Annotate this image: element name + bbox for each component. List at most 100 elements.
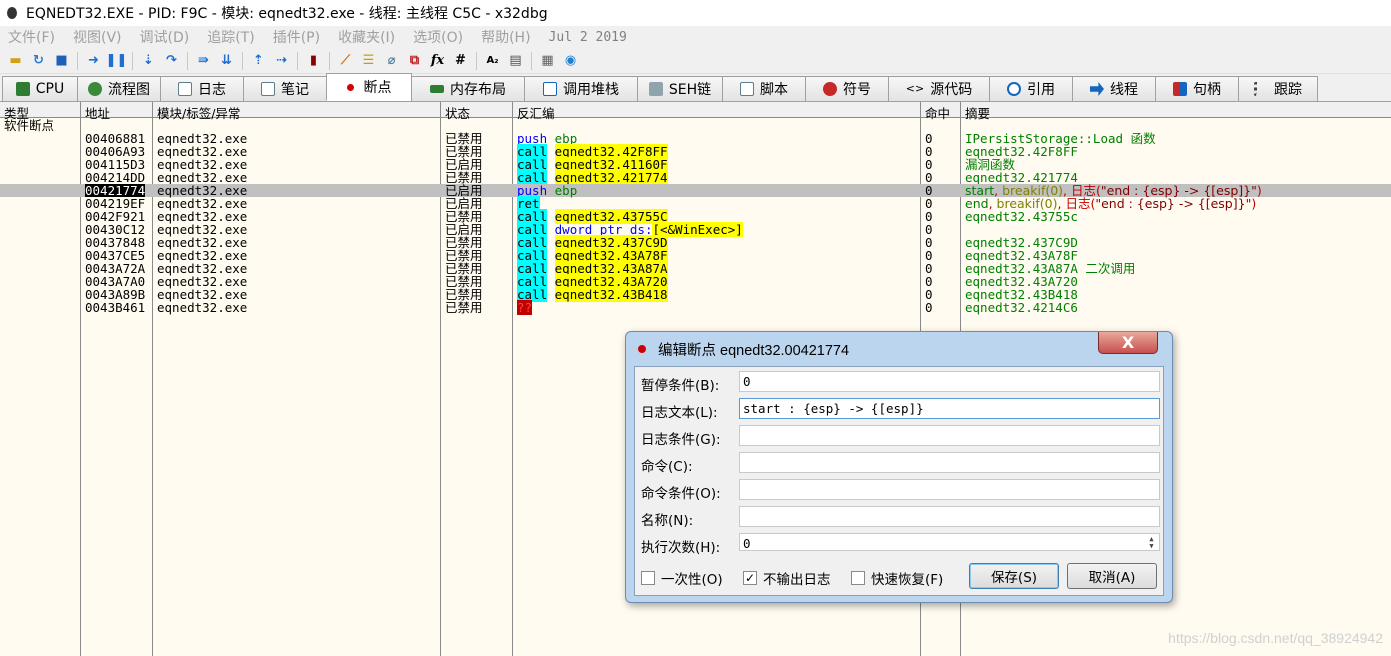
step-into-icon[interactable]: ⇣ xyxy=(140,52,158,70)
toolbar: ▬ ↻ ■ ➜ ❚❚ ⇣ ↷ ⇛ ⇊ ⇡ ⇢ ▮ ⟋ ☰ ⌀ ⧉ fx # A₂… xyxy=(0,48,1391,74)
fast-resume-checkbox[interactable]: 快速恢复(F) xyxy=(851,568,943,588)
menu-help[interactable]: 帮助(H) xyxy=(481,27,530,47)
tab-seh[interactable]: SEH链 xyxy=(637,76,723,101)
tab-source[interactable]: <> 源代码 xyxy=(888,76,990,101)
tab-notes[interactable]: 笔记 xyxy=(243,76,327,101)
menu-favourites[interactable]: 收藏夹(I) xyxy=(338,27,395,47)
checkbox-box[interactable] xyxy=(851,571,865,585)
log-text-input[interactable]: start : {esp} -> {[esp]} xyxy=(739,398,1160,419)
stop-icon[interactable]: ■ xyxy=(53,52,71,70)
toolbar-separator xyxy=(531,51,532,70)
singleshot-checkbox[interactable]: 一次性(O) xyxy=(641,568,723,588)
hits-cell: 0 xyxy=(925,300,933,315)
dialog-title-bar: 编辑断点 eqnedt32.00421774 xyxy=(626,332,1172,366)
step-over-icon[interactable]: ↷ xyxy=(163,52,181,70)
breakpoint-icon xyxy=(346,83,354,91)
tab-handles[interactable]: 句柄 xyxy=(1155,76,1239,101)
menu-view[interactable]: 视图(V) xyxy=(73,27,122,47)
command-condition-label: 命令条件(O): xyxy=(641,486,721,502)
callstack-icon xyxy=(543,82,557,96)
toolbar-separator xyxy=(132,51,133,70)
tab-cpu[interactable]: CPU xyxy=(2,76,78,101)
toolbar-separator xyxy=(476,51,477,70)
tab-references[interactable]: 引用 xyxy=(989,76,1073,101)
spinner-arrows[interactable]: ▲ ▼ xyxy=(1146,536,1157,550)
operand: ebp xyxy=(554,183,578,198)
tab-breakpoints[interactable]: 断点 xyxy=(326,73,412,101)
log-icon xyxy=(178,82,192,96)
tab-bar: CPU 流程图 日志 笔记 断点 内存布局 调用堆栈 SEH链 脚本 符号 <>… xyxy=(0,73,1391,102)
module-cell: eqnedt32.exe xyxy=(157,300,248,315)
mnemonic: ?? xyxy=(517,300,533,315)
command-condition-input[interactable] xyxy=(739,479,1160,500)
checkbox-box[interactable] xyxy=(641,571,655,585)
break-condition-input[interactable]: 0 xyxy=(739,371,1160,392)
trace-over-icon[interactable]: ⇊ xyxy=(218,52,236,70)
menu-trace[interactable]: 追踪(T) xyxy=(207,27,254,47)
restart-icon[interactable]: ↻ xyxy=(30,52,48,70)
command-input[interactable] xyxy=(739,452,1160,473)
tab-call-stack[interactable]: 调用堆栈 xyxy=(524,76,638,101)
function-icon[interactable]: fx xyxy=(429,52,447,70)
toolbar-separator xyxy=(297,51,298,70)
field-row-name: 名称(N): xyxy=(635,506,1163,529)
tab-threads[interactable]: 线程 xyxy=(1072,76,1156,101)
execute-till-return-icon[interactable]: ⇡ xyxy=(250,52,268,70)
close-button[interactable]: X xyxy=(1098,332,1158,354)
script-icon xyxy=(740,82,754,96)
tab-memory-map[interactable]: 内存布局 xyxy=(411,76,525,101)
pause-icon[interactable]: ❚❚ xyxy=(106,52,128,70)
bookmark-icon[interactable]: ⧉ xyxy=(406,52,424,70)
calculator-icon[interactable]: ▤ xyxy=(507,52,525,70)
menu-file[interactable]: 文件(F) xyxy=(8,27,55,47)
patch-icon[interactable]: ⟋ xyxy=(337,52,355,70)
name-input[interactable] xyxy=(739,506,1160,527)
hit-count-spinbox[interactable]: 0 ▲ ▼ xyxy=(739,533,1160,551)
hit-count-value: 0 xyxy=(743,536,751,551)
spin-down-icon[interactable]: ▼ xyxy=(1146,543,1157,550)
table-row[interactable]: 0043B461 eqnedt32.exe 已禁用?? 0 eqnedt32.4214C… xyxy=(0,300,1391,315)
checkbox-checked-icon[interactable]: ✓ xyxy=(743,571,757,585)
comment-icon[interactable]: ☰ xyxy=(360,52,378,70)
summary-cell: eqnedt32.43755c xyxy=(965,209,1078,224)
font-icon[interactable]: A₂ xyxy=(484,52,502,70)
toolbar-separator xyxy=(329,51,330,70)
run-to-user-code-icon[interactable]: ⇢ xyxy=(273,52,291,70)
menu-options[interactable]: 选项(O) xyxy=(413,27,463,47)
tab-trace[interactable]: 跟踪 xyxy=(1238,76,1318,101)
threads-icon xyxy=(1090,82,1104,96)
breakpoint-icon xyxy=(638,345,646,353)
trace-icon xyxy=(1254,82,1268,96)
command-label: 命令(C): xyxy=(641,459,693,475)
calculator-icon[interactable]: ▦ xyxy=(539,52,557,70)
tab-script[interactable]: 脚本 xyxy=(722,76,806,101)
tab-symbols[interactable]: 符号 xyxy=(805,76,889,101)
script-icon[interactable]: ▮ xyxy=(305,52,323,70)
log-condition-label: 日志条件(G): xyxy=(641,432,721,448)
disasm-cell: ?? xyxy=(517,300,533,315)
graph-icon xyxy=(88,82,102,96)
run-icon[interactable]: ➜ xyxy=(85,52,103,70)
log-condition-input[interactable] xyxy=(739,425,1160,446)
open-icon[interactable]: ▬ xyxy=(7,52,25,70)
tab-graph[interactable]: 流程图 xyxy=(77,76,161,101)
toolbar-separator xyxy=(187,51,188,70)
hit-count-label: 执行次数(H): xyxy=(641,540,721,556)
trace-into-icon[interactable]: ⇛ xyxy=(195,52,213,70)
field-row-log-text: 日志文本(L): start : {esp} -> {[esp]} xyxy=(635,398,1163,421)
label-icon[interactable]: ⌀ xyxy=(383,52,401,70)
menu-plugins[interactable]: 插件(P) xyxy=(273,27,320,47)
save-button[interactable]: 保存(S) xyxy=(969,563,1059,589)
dialog-body: 暂停条件(B): 0 日志文本(L): start : {esp} -> {[e… xyxy=(634,366,1164,596)
source-icon: <> xyxy=(905,82,925,95)
menu-debug[interactable]: 调试(D) xyxy=(140,27,190,47)
globe-icon[interactable]: ◉ xyxy=(562,52,580,70)
tab-log[interactable]: 日志 xyxy=(160,76,244,101)
toolbar-separator xyxy=(77,51,78,70)
x32dbg-bug-icon xyxy=(4,5,20,21)
hash-icon[interactable]: # xyxy=(452,52,470,70)
field-row-hit-count: 执行次数(H): 0 ▲ ▼ xyxy=(635,533,1163,556)
silent-checkbox[interactable]: ✓ 不输出日志 xyxy=(743,568,831,588)
toolbar-separator xyxy=(242,51,243,70)
cancel-button[interactable]: 取消(A) xyxy=(1067,563,1157,589)
